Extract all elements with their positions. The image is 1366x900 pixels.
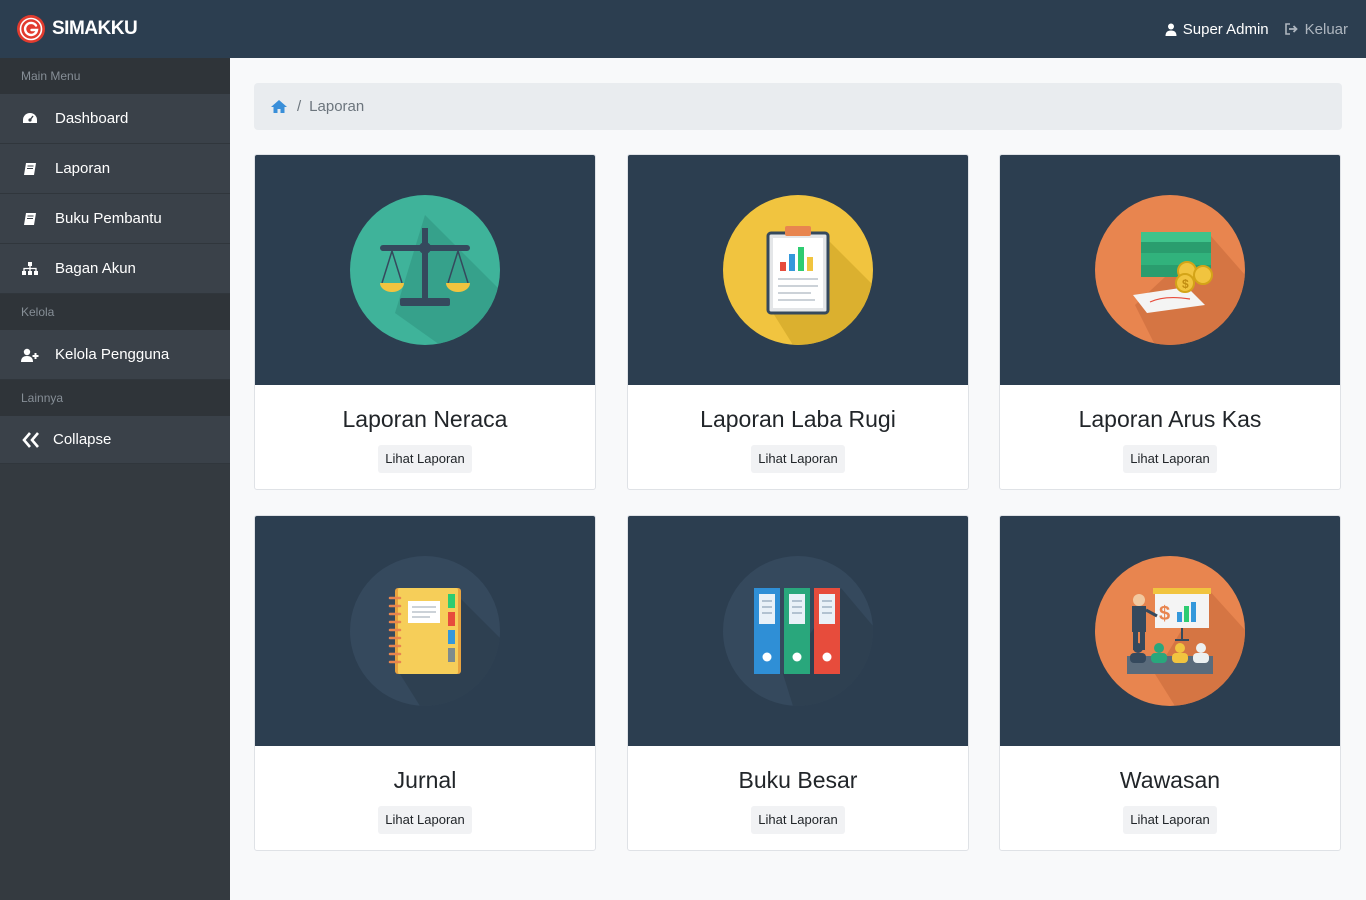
view-report-button[interactable]: Lihat Laporan xyxy=(751,806,845,834)
view-report-button[interactable]: Lihat Laporan xyxy=(751,445,845,473)
sidebar-item-buku-pembantu[interactable]: Buku Pembantu xyxy=(0,194,230,244)
view-report-button[interactable]: Lihat Laporan xyxy=(378,445,472,473)
card-title: Laporan Neraca xyxy=(342,406,508,432)
double-chevron-left-icon xyxy=(21,431,41,448)
card-banner xyxy=(628,155,968,385)
dashboard-icon xyxy=(21,111,39,127)
sidebar-item-dashboard[interactable]: Dashboard xyxy=(0,94,230,144)
sitemap-icon xyxy=(21,261,39,277)
sidebar-item-bagan-akun[interactable]: Bagan Akun xyxy=(0,244,230,294)
sidebar-item-label: Kelola Pengguna xyxy=(55,346,170,363)
brand[interactable]: SIMAKKU xyxy=(16,14,138,44)
card-banner: $ xyxy=(1000,516,1340,746)
view-report-button[interactable]: Lihat Laporan xyxy=(378,806,472,834)
sidebar: Main Menu Dashboard Laporan Buku Pembant… xyxy=(0,58,230,900)
brand-name: SIMAKKU xyxy=(52,18,138,39)
card-banner: $ xyxy=(1000,155,1340,385)
user-icon xyxy=(1165,23,1177,36)
sidebar-item-kelola-pengguna[interactable]: Kelola Pengguna xyxy=(0,330,230,380)
logout-link[interactable]: Keluar xyxy=(1284,20,1348,38)
card-title: Wawasan xyxy=(1119,767,1221,793)
binders-icon xyxy=(723,556,873,706)
card-banner xyxy=(255,155,595,385)
money-coins-icon: $ xyxy=(1095,195,1245,345)
brand-logo-icon xyxy=(17,15,45,43)
book-icon xyxy=(21,161,39,177)
notebook-icon xyxy=(350,556,500,706)
svg-text:$: $ xyxy=(1159,603,1170,625)
sidebar-heading-main-menu: Main Menu xyxy=(0,58,230,94)
card-title: Laporan Arus Kas xyxy=(1078,406,1262,432)
report-card-buku-besar: Buku Besar Lihat Laporan xyxy=(627,515,969,851)
main-content: / Laporan Laporan Neraca Lihat Laporan L… xyxy=(230,58,1366,900)
sign-out-icon xyxy=(1284,23,1298,35)
breadcrumb-current: Laporan xyxy=(309,98,365,115)
sidebar-collapse-button[interactable]: Collapse xyxy=(0,416,230,464)
sidebar-item-label: Bagan Akun xyxy=(55,260,136,277)
top-navbar: SIMAKKU Super Admin Keluar xyxy=(0,0,1366,58)
card-title: Laporan Laba Rugi xyxy=(700,406,896,432)
sidebar-item-label: Buku Pembantu xyxy=(55,210,162,227)
report-card-laba-rugi: Laporan Laba Rugi Lihat Laporan xyxy=(627,154,969,490)
sidebar-heading-lainnya: Lainnya xyxy=(0,380,230,416)
user-plus-icon xyxy=(21,347,39,363)
card-banner xyxy=(628,516,968,746)
logout-label: Keluar xyxy=(1304,20,1348,38)
view-report-button[interactable]: Lihat Laporan xyxy=(1123,806,1217,834)
sidebar-item-label: Laporan xyxy=(55,160,111,177)
sidebar-item-label: Collapse xyxy=(53,431,112,448)
book-icon xyxy=(21,211,39,227)
breadcrumb: / Laporan xyxy=(254,83,1342,130)
home-icon[interactable] xyxy=(270,99,288,115)
sidebar-item-laporan[interactable]: Laporan xyxy=(0,144,230,194)
user-name: Super Admin xyxy=(1182,20,1269,38)
balance-scale-icon xyxy=(350,195,500,345)
sidebar-heading-kelola: Kelola xyxy=(0,294,230,330)
breadcrumb-separator: / xyxy=(297,98,302,115)
report-card-jurnal: Jurnal Lihat Laporan xyxy=(254,515,596,851)
report-card-neraca: Laporan Neraca Lihat Laporan xyxy=(254,154,596,490)
clipboard-chart-icon xyxy=(723,195,873,345)
card-title: Buku Besar xyxy=(738,767,858,793)
presentation-icon: $ xyxy=(1095,556,1245,706)
svg-text:$: $ xyxy=(1182,277,1189,291)
sidebar-item-label: Dashboard xyxy=(55,110,129,127)
card-title: Jurnal xyxy=(393,767,457,793)
view-report-button[interactable]: Lihat Laporan xyxy=(1123,445,1217,473)
report-card-arus-kas: $ Laporan Arus Kas Lihat Laporan xyxy=(999,154,1341,490)
user-menu[interactable]: Super Admin xyxy=(1165,21,1269,38)
card-banner xyxy=(255,516,595,746)
report-card-wawasan: $ Wawasan Lihat Laporan xyxy=(999,515,1341,851)
